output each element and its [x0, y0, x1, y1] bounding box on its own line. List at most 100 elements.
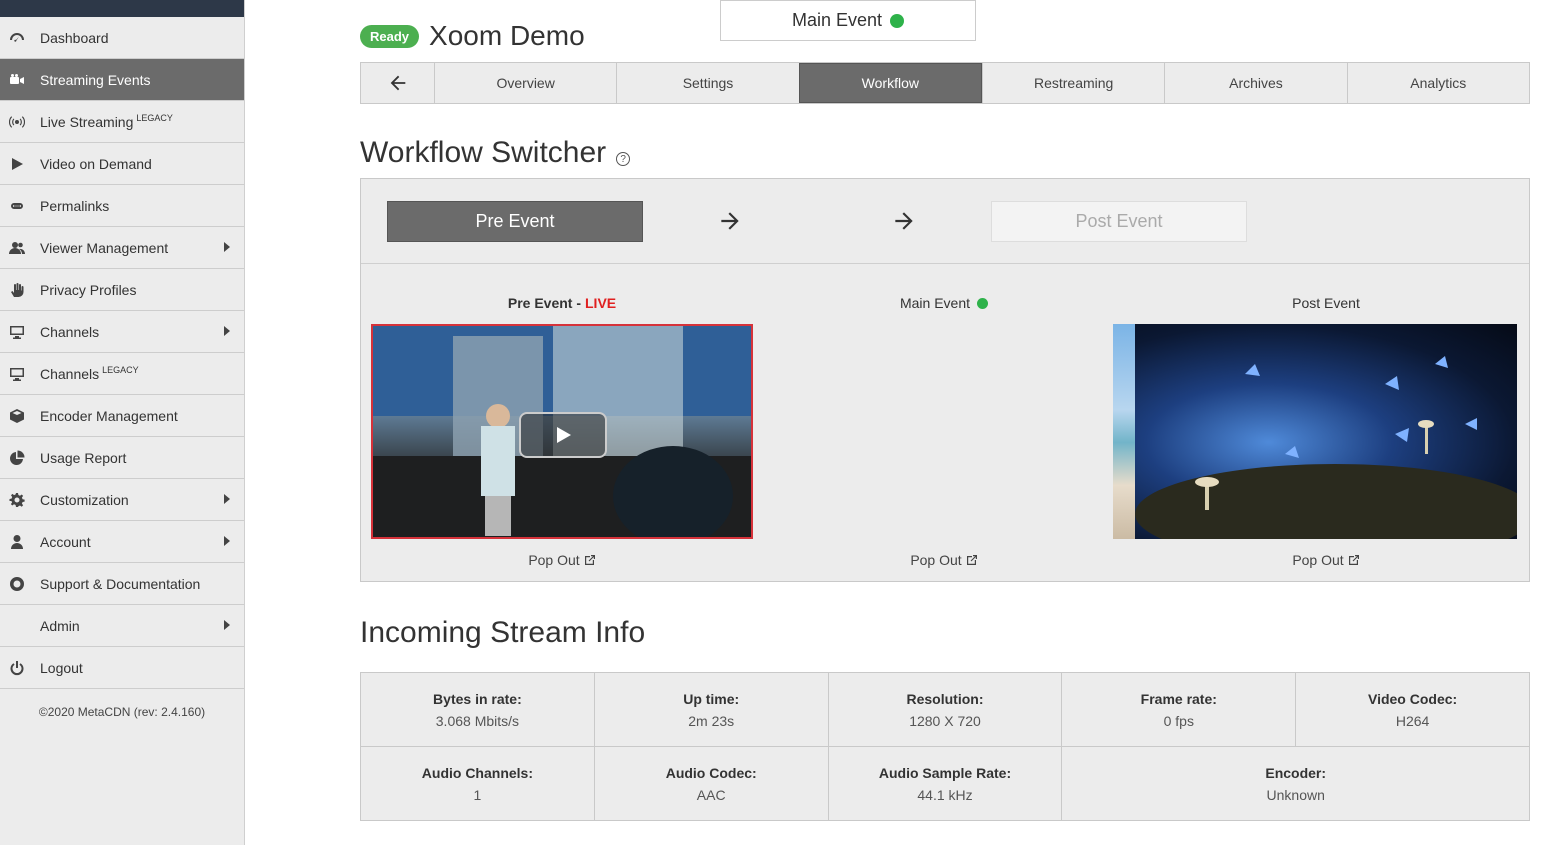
live-status-dot-icon	[890, 13, 905, 28]
event-previews: Pre Event - LIVE Pop Out Main Event Pop …	[361, 264, 1529, 581]
play-button[interactable]	[519, 412, 607, 458]
sidebar-item-label: Admin	[40, 617, 80, 634]
sidebar-item-channels[interactable]: Channels	[0, 311, 244, 353]
external-link-icon	[584, 555, 595, 565]
submenu-caret-icon	[224, 494, 230, 504]
sidebar-item-live-streaming[interactable]: Live Streaming LEGACY	[0, 101, 244, 143]
tab-workflow[interactable]: Workflow	[798, 63, 982, 103]
section-title: Workflow Switcher	[360, 136, 607, 169]
sidebar-item-logout[interactable]: Logout	[0, 647, 244, 689]
hand-icon	[0, 282, 40, 298]
audio-codec-cell: Audio Codec: AAC	[593, 746, 829, 821]
sidebar-item-encoder-management[interactable]: Encoder Management	[0, 395, 244, 437]
sidebar-item-label: Streaming Events	[40, 71, 151, 88]
power-icon	[0, 660, 40, 676]
monitor-icon	[0, 324, 40, 340]
pre-event-button[interactable]: Pre Event	[387, 200, 643, 242]
main-event-preview: Main Event zoom Pop Out	[753, 264, 1495, 581]
pre-event-video-thumbnail[interactable]	[371, 324, 753, 539]
copyright-text: ©2020 MetaCDN (rev: 2.4.160)	[38, 705, 206, 719]
broadcast-icon	[0, 114, 40, 130]
play-icon	[557, 427, 571, 443]
sidebar-item-label: Usage Report	[40, 449, 127, 466]
users-icon	[0, 240, 40, 256]
sidebar-item-label: Customization	[40, 491, 129, 508]
sidebar-item-support[interactable]: Support & Documentation	[0, 563, 244, 605]
gear-icon	[0, 492, 40, 508]
tab-overview[interactable]: Overview	[434, 63, 616, 103]
main-event-button[interactable]: Main Event	[720, 0, 976, 41]
sidebar-item-privacy-profiles[interactable]: Privacy Profiles	[0, 269, 244, 311]
sidebar-item-permalinks[interactable]: Permalinks	[0, 185, 244, 227]
stream-info-table: Bytes in rate: 3.068 Mbits/s Up time: 2m 2…	[360, 672, 1530, 821]
sidebar-top-bar	[0, 0, 244, 17]
status-badge: Ready	[360, 24, 420, 48]
sidebar-item-streaming-events[interactable]: Streaming Events	[0, 59, 244, 101]
button-label: Main Event	[791, 10, 883, 30]
arrow-left-icon	[390, 75, 405, 91]
event-tabs: Overview Settings Workflow Restreaming A…	[360, 62, 1530, 104]
arrow-right-icon	[817, 208, 991, 234]
sidebar-item-customization[interactable]: Customization	[0, 479, 244, 521]
page-title: Xoom Demo	[429, 20, 585, 51]
cube-icon	[0, 408, 40, 424]
sidebar-item-label: Viewer Management	[40, 239, 169, 256]
sidebar-item-usage-report[interactable]: Usage Report	[0, 437, 244, 479]
link-icon	[0, 198, 40, 214]
preview-label: Post Event	[1292, 295, 1360, 311]
arrow-right-icon	[643, 208, 817, 234]
post-event-preview: Post Event Pop Out	[1135, 264, 1517, 581]
incoming-stream-info-heading: Incoming Stream Info	[360, 616, 646, 649]
table-row: Audio Channels: 1 Audio Codec: AAC Audio S…	[360, 746, 1530, 821]
sidebar-item-label: Video on Demand	[40, 155, 152, 172]
post-event-popout-link[interactable]: Pop Out	[1135, 539, 1517, 581]
pre-event-preview: Pre Event - LIVE Pop Out	[371, 264, 753, 581]
sidebar-item-label: Channels	[40, 323, 100, 340]
sidebar-item-label: Logout	[40, 659, 83, 676]
lifebuoy-icon	[0, 576, 40, 592]
post-event-button[interactable]: Post Event	[991, 200, 1247, 242]
pie-chart-icon	[0, 450, 40, 466]
main-content: Ready Xoom Demo Overview Settings Workfl…	[360, 0, 1530, 821]
workflow-switcher-heading: Workflow Switcher ?	[360, 134, 1530, 170]
tab-analytics[interactable]: Analytics	[1346, 63, 1529, 103]
legacy-tag: LEGACY	[136, 113, 173, 123]
video-camera-icon	[0, 72, 40, 88]
legacy-tag: LEGACY	[102, 365, 139, 375]
play-icon	[0, 156, 40, 172]
monitor-icon	[0, 366, 40, 382]
submenu-caret-icon	[224, 536, 230, 546]
sidebar-item-label: Channels LEGACY	[40, 365, 139, 382]
sidebar-item-dashboard[interactable]: Dashboard	[0, 17, 244, 59]
sidebar-item-viewer-management[interactable]: Viewer Management	[0, 227, 244, 269]
tab-settings[interactable]: Settings	[616, 63, 798, 103]
help-icon[interactable]: ?	[616, 152, 631, 166]
sidebar-item-label: Dashboard	[40, 29, 109, 46]
main-event-popout-link[interactable]: Pop Out	[753, 539, 1135, 581]
sidebar-item-label: Encoder Management	[40, 407, 178, 424]
pre-event-popout-link[interactable]: Pop Out	[371, 539, 753, 581]
audio-sample-rate-cell: Audio Sample Rate: 44.1 kHz	[827, 746, 1063, 821]
video-codec-cell: Video Codec: H264	[1295, 672, 1530, 747]
external-link-icon	[1348, 555, 1359, 565]
sidebar-item-label: Live Streaming LEGACY	[40, 113, 173, 130]
preview-label: Main Event	[753, 264, 1135, 324]
resolution-cell: Resolution: 1280 X 720	[827, 672, 1063, 747]
sidebar-item-video-on-demand[interactable]: Video on Demand	[0, 143, 244, 185]
tab-archives[interactable]: Archives	[1164, 63, 1346, 103]
submenu-caret-icon	[224, 620, 230, 630]
tab-restreaming[interactable]: Restreaming	[981, 63, 1164, 103]
sidebar-item-account[interactable]: Account	[0, 521, 244, 563]
sidebar-item-channels-legacy[interactable]: Channels LEGACY	[0, 353, 244, 395]
user-icon	[0, 534, 40, 550]
dashboard-icon	[0, 30, 40, 46]
post-event-video-thumbnail[interactable]	[1135, 324, 1517, 539]
live-status-dot-icon	[977, 297, 989, 309]
submenu-caret-icon	[224, 242, 230, 252]
sidebar-item-label: Support & Documentation	[40, 575, 201, 592]
sidebar-item-label: Account	[40, 533, 91, 550]
audio-channels-cell: Audio Channels: 1	[360, 746, 595, 821]
back-button[interactable]	[361, 63, 434, 103]
submenu-caret-icon	[224, 326, 230, 336]
sidebar-item-admin[interactable]: Admin	[0, 605, 244, 647]
